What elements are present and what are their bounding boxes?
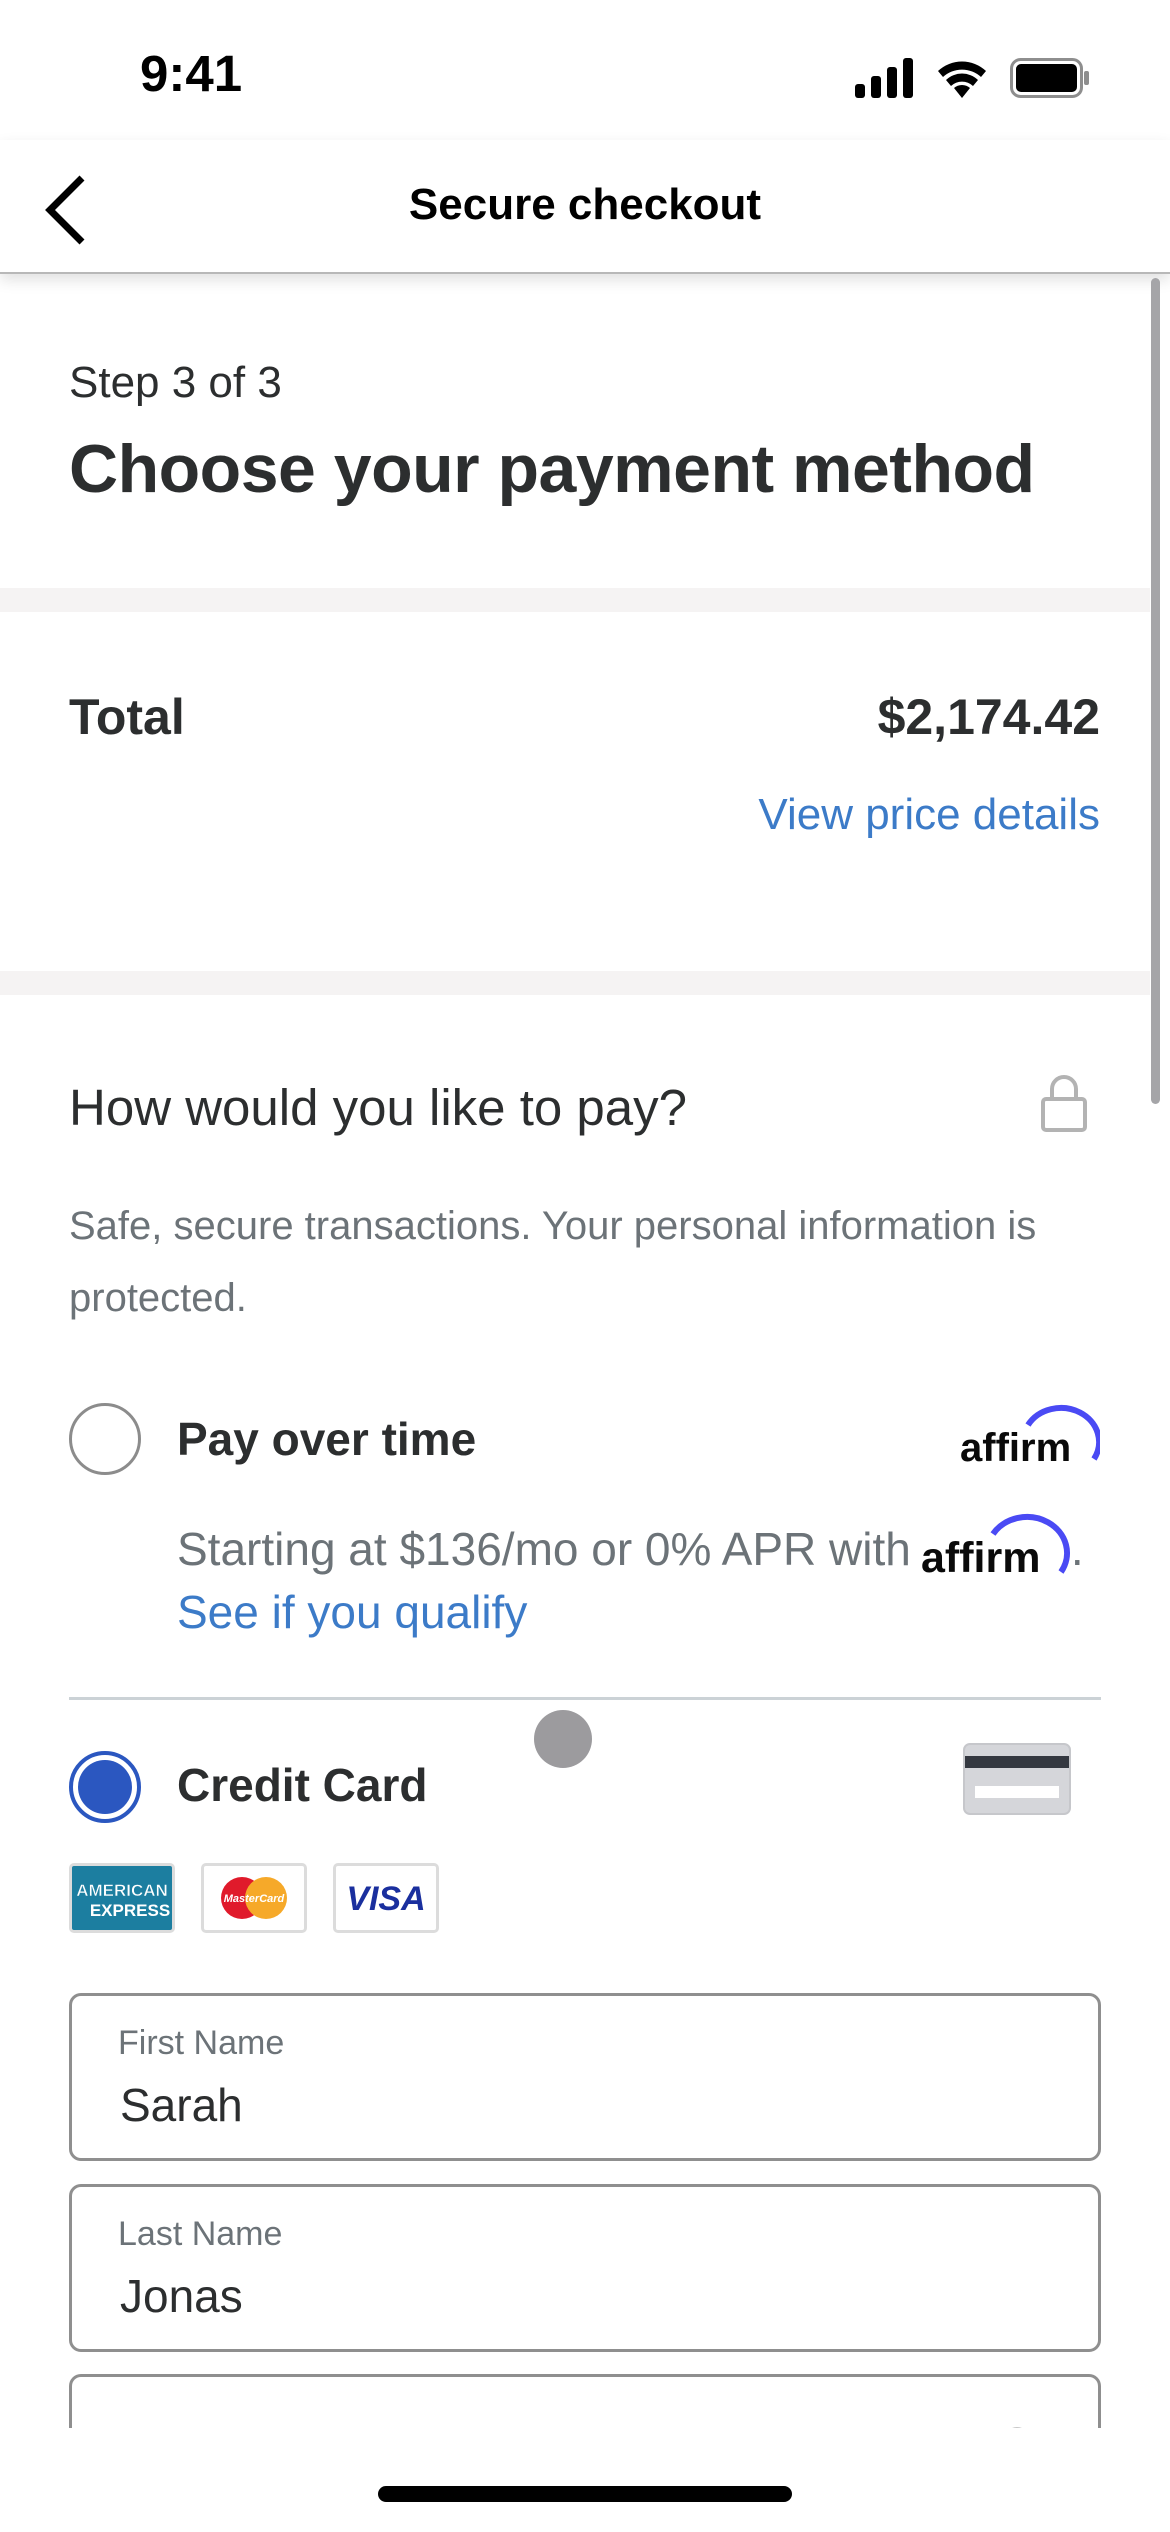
svg-text:VISA: VISA	[346, 1880, 425, 1918]
credit-card-radio[interactable]	[69, 1751, 141, 1823]
section-divider	[0, 971, 1150, 995]
see-if-you-qualify-link[interactable]: See if you qualify	[177, 1585, 527, 1639]
lock-icon	[1041, 1075, 1087, 1132]
security-note: Safe, secure transactions. Your personal…	[69, 1204, 1037, 1320]
last-name-label: Last Name	[118, 2215, 283, 2253]
payment-heading: How would you like to pay?	[69, 1079, 688, 1136]
affirm-description-text: Starting at $136/mo or 0% APR with	[177, 1523, 911, 1575]
total-label: Total	[69, 689, 185, 745]
first-name-field[interactable]: First Name Sarah	[69, 1993, 1101, 2161]
visa-logo: VISA	[333, 1863, 439, 1933]
pay-over-time-label[interactable]: Pay over time	[177, 1412, 476, 1466]
bottom-safe-area	[0, 2428, 1170, 2532]
credit-card-label[interactable]: Credit Card	[177, 1758, 427, 1812]
view-price-details-link[interactable]: View price details	[758, 790, 1100, 840]
pay-over-time-radio[interactable]	[69, 1403, 141, 1475]
amex-logo: AMERICAN EXPRESS	[69, 1863, 175, 1933]
nav-title: Secure checkout	[408, 180, 762, 229]
affirm-wordmark: affirm	[960, 1426, 1071, 1467]
affirm-description-suffix: .	[1070, 1523, 1084, 1575]
affirm-logo: affirm	[960, 1404, 1100, 1467]
wifi-icon	[938, 61, 986, 98]
cellular-signal-icon	[855, 58, 913, 98]
total-value: $2,174.42	[877, 689, 1100, 745]
affirm-inline-logo: affirm	[921, 1514, 1070, 1578]
scrollbar[interactable]	[1151, 278, 1160, 1104]
touch-indicator	[534, 1710, 592, 1768]
home-indicator[interactable]	[378, 2486, 792, 2502]
affirm-wordmark: affirm	[921, 1534, 1040, 1578]
status-time: 9:41	[140, 45, 243, 102]
first-name-label: First Name	[118, 2024, 285, 2062]
page-title: Choose your payment method	[69, 431, 1035, 507]
svg-text:EXPRESS: EXPRESS	[90, 1901, 170, 1920]
battery-icon	[1010, 58, 1089, 98]
last-name-input[interactable]: Jonas	[120, 2269, 1020, 2323]
first-name-input[interactable]: Sarah	[120, 2078, 1020, 2132]
last-name-field[interactable]: Last Name Jonas	[69, 2184, 1101, 2352]
affirm-description: Starting at $136/mo or 0% APR with affir…	[177, 1512, 1084, 1578]
step-indicator: Step 3 of 3	[69, 358, 282, 407]
section-divider	[0, 588, 1150, 612]
svg-text:AMERICAN: AMERICAN	[76, 1881, 168, 1900]
svg-text:MasterCard: MasterCard	[224, 1893, 285, 1905]
mastercard-logo: MasterCard	[201, 1863, 307, 1933]
credit-card-icon	[963, 1743, 1071, 1815]
option-divider	[69, 1697, 1101, 1700]
radio-selected-dot	[78, 1760, 132, 1814]
